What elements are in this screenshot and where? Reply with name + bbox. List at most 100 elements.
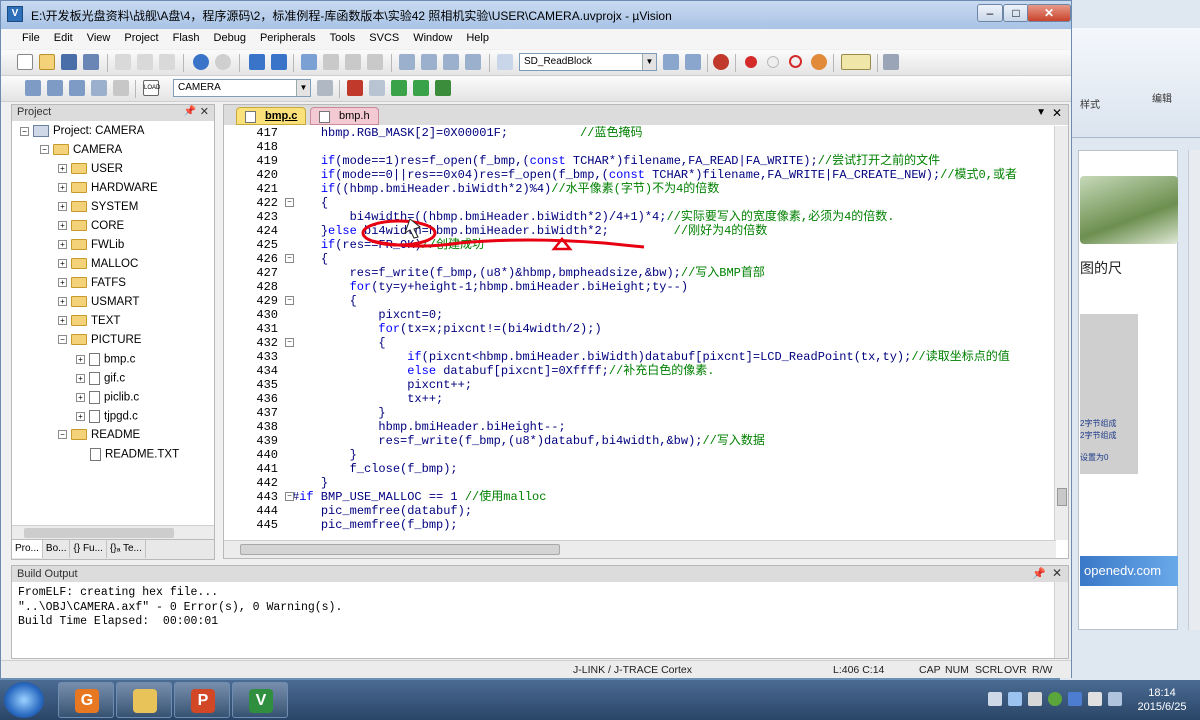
code-line[interactable]: 444 pic_memfree(databuf); [224,504,1056,518]
menu-peripherals[interactable]: Peripherals [253,29,323,47]
rebuild-icon[interactable] [69,80,85,96]
search-icon[interactable] [663,54,679,70]
expand-icon[interactable]: + [76,412,85,421]
expand-icon[interactable]: + [58,183,67,193]
fold-toggle-icon[interactable]: − [285,338,294,347]
editor-horizontal-scrollbar[interactable] [224,540,1056,558]
translate-icon[interactable] [25,80,41,96]
code-line[interactable]: 434 else databuf[pixcnt]=0Xffff;//补充白色的像… [224,364,1056,378]
tree-file-bmp[interactable]: + bmp.c [76,353,135,371]
batch-build-icon[interactable] [91,80,107,96]
chevron-down-icon[interactable]: ▼ [642,54,656,70]
code-line[interactable]: 441 f_close(f_bmp); [224,462,1056,476]
fold-toggle-icon[interactable]: − [285,198,294,207]
open-file-icon[interactable] [39,54,55,70]
indent-icon[interactable] [399,54,415,70]
tab-project[interactable]: Pro... [12,540,43,558]
network-icon[interactable] [1008,692,1022,706]
ime-icon[interactable] [1068,692,1082,706]
tree-project-root[interactable]: − Project: CAMERA [20,125,144,143]
code-line[interactable]: 442 } [224,476,1056,490]
code-line[interactable]: 440 } [224,448,1056,462]
tree-group-fatfs[interactable]: + FATFS [58,277,126,295]
fold-toggle-icon[interactable]: − [285,296,294,305]
code-line[interactable]: 435 pixcnt++; [224,378,1056,392]
close-icon[interactable]: ✕ [200,105,209,118]
uvision-app-icon[interactable]: V [7,6,23,22]
expand-icon[interactable]: + [58,202,67,212]
code-line[interactable]: 417 hbmp.RGB_MASK[2]=0X00001F; //蓝色掩码 [224,126,1056,140]
target-combo[interactable]: CAMERA ▼ [173,79,311,97]
prev-bookmark-icon[interactable] [323,54,339,70]
menu-view[interactable]: View [80,29,118,47]
menu-window[interactable]: Window [406,29,459,47]
menu-tools[interactable]: Tools [323,29,363,47]
stop-build-icon[interactable] [113,80,129,96]
pin-icon[interactable]: 📌 [1032,567,1046,580]
build-icon[interactable] [47,80,63,96]
find-in-files-icon[interactable] [497,54,513,70]
tree-file-tjpgd[interactable]: + tjpgd.c [76,410,138,428]
expand-icon[interactable]: + [76,355,85,364]
tree-group-user[interactable]: + USER [58,163,123,181]
taskbar-app-explorer[interactable] [116,682,172,718]
window-layout-icon[interactable] [841,54,871,70]
tab-functions[interactable]: {} Fu... [70,540,107,558]
code-line[interactable]: 427 res=f_write(f_bmp,(u8*)&hbmp,bmphead… [224,266,1056,280]
expand-icon[interactable]: + [58,221,67,231]
menu-flash[interactable]: Flash [166,29,207,47]
code-line[interactable]: 430 pixcnt=0; [224,308,1056,322]
disable-breakpoint-icon[interactable] [789,55,802,68]
tree-file-readme[interactable]: README.TXT [90,448,179,466]
menu-project[interactable]: Project [117,29,165,47]
tab-templates[interactable]: {}ₐ Te... [107,540,146,558]
manage-components-icon[interactable] [369,80,385,96]
code-line[interactable]: 421 if((hbmp.bmiHeader.biWidth*2)%4)//水平… [224,182,1056,196]
start-button[interactable] [4,682,44,718]
expand-icon[interactable]: + [58,297,67,307]
find-combo[interactable]: SD_ReadBlock ▼ [519,53,657,71]
expand-icon[interactable]: + [58,278,67,288]
uncomment-icon[interactable] [465,54,481,70]
clock[interactable]: 18:14 2015/6/25 [1132,686,1192,714]
next-bookmark-icon[interactable] [345,54,361,70]
chevron-down-icon[interactable]: ▼ [296,80,310,96]
manage-project-items-icon[interactable] [347,80,363,96]
code-line[interactable]: 423 bi4width=((hbmp.bmiHeader.biWidth*2)… [224,210,1056,224]
code-line[interactable]: 420 if(mode==0||res==0x04)res=f_open(f_b… [224,168,1056,182]
cut-icon[interactable] [115,54,131,70]
close-icon[interactable]: ✕ [1052,566,1062,580]
tree-group-malloc[interactable]: + MALLOC [58,258,138,276]
code-line[interactable]: 432 { [224,336,1056,350]
keyboard-icon[interactable] [1088,692,1102,706]
code-line[interactable]: 419 if(mode==1)res=f_open(f_bmp,(const T… [224,154,1056,168]
expand-icon[interactable]: + [58,240,67,250]
debug-session-icon[interactable] [713,54,729,70]
code-line[interactable]: 433 if(pixcnt<hbmp.bmiHeader.biWidth)dat… [224,350,1056,364]
paste-icon[interactable] [159,54,175,70]
tab-books[interactable]: Bo... [43,540,71,558]
copy-icon[interactable] [137,54,153,70]
code-line[interactable]: 439 res=f_write(f_bmp,(u8*)databuf,bi4wi… [224,434,1056,448]
scrollbar-thumb[interactable] [1057,488,1067,506]
scrollbar-thumb[interactable] [24,528,174,538]
collapse-icon[interactable]: − [40,145,49,155]
minimize-button[interactable]: – [977,4,1003,22]
code-line[interactable]: 418 [224,140,1056,154]
configure-icon[interactable] [883,54,899,70]
code-area[interactable]: 417 hbmp.RGB_MASK[2]=0X00001F; //蓝色掩码 418… [224,126,1056,540]
find-icon[interactable] [685,54,701,70]
code-line[interactable]: 422 { [224,196,1056,210]
menu-debug[interactable]: Debug [207,29,253,47]
clear-bookmarks-icon[interactable] [367,54,383,70]
menu-help[interactable]: Help [459,29,496,47]
tree-group-hardware[interactable]: + HARDWARE [58,182,158,200]
fold-toggle-icon[interactable]: − [285,254,294,263]
tray-overflow-icon[interactable] [1108,692,1122,706]
enable-breakpoint-icon[interactable] [767,56,779,68]
new-file-icon[interactable] [17,54,33,70]
comment-icon[interactable] [443,54,459,70]
code-line[interactable]: 437 } [224,406,1056,420]
tree-file-gif[interactable]: + gif.c [76,372,125,390]
menu-svcs[interactable]: SVCS [362,29,406,47]
